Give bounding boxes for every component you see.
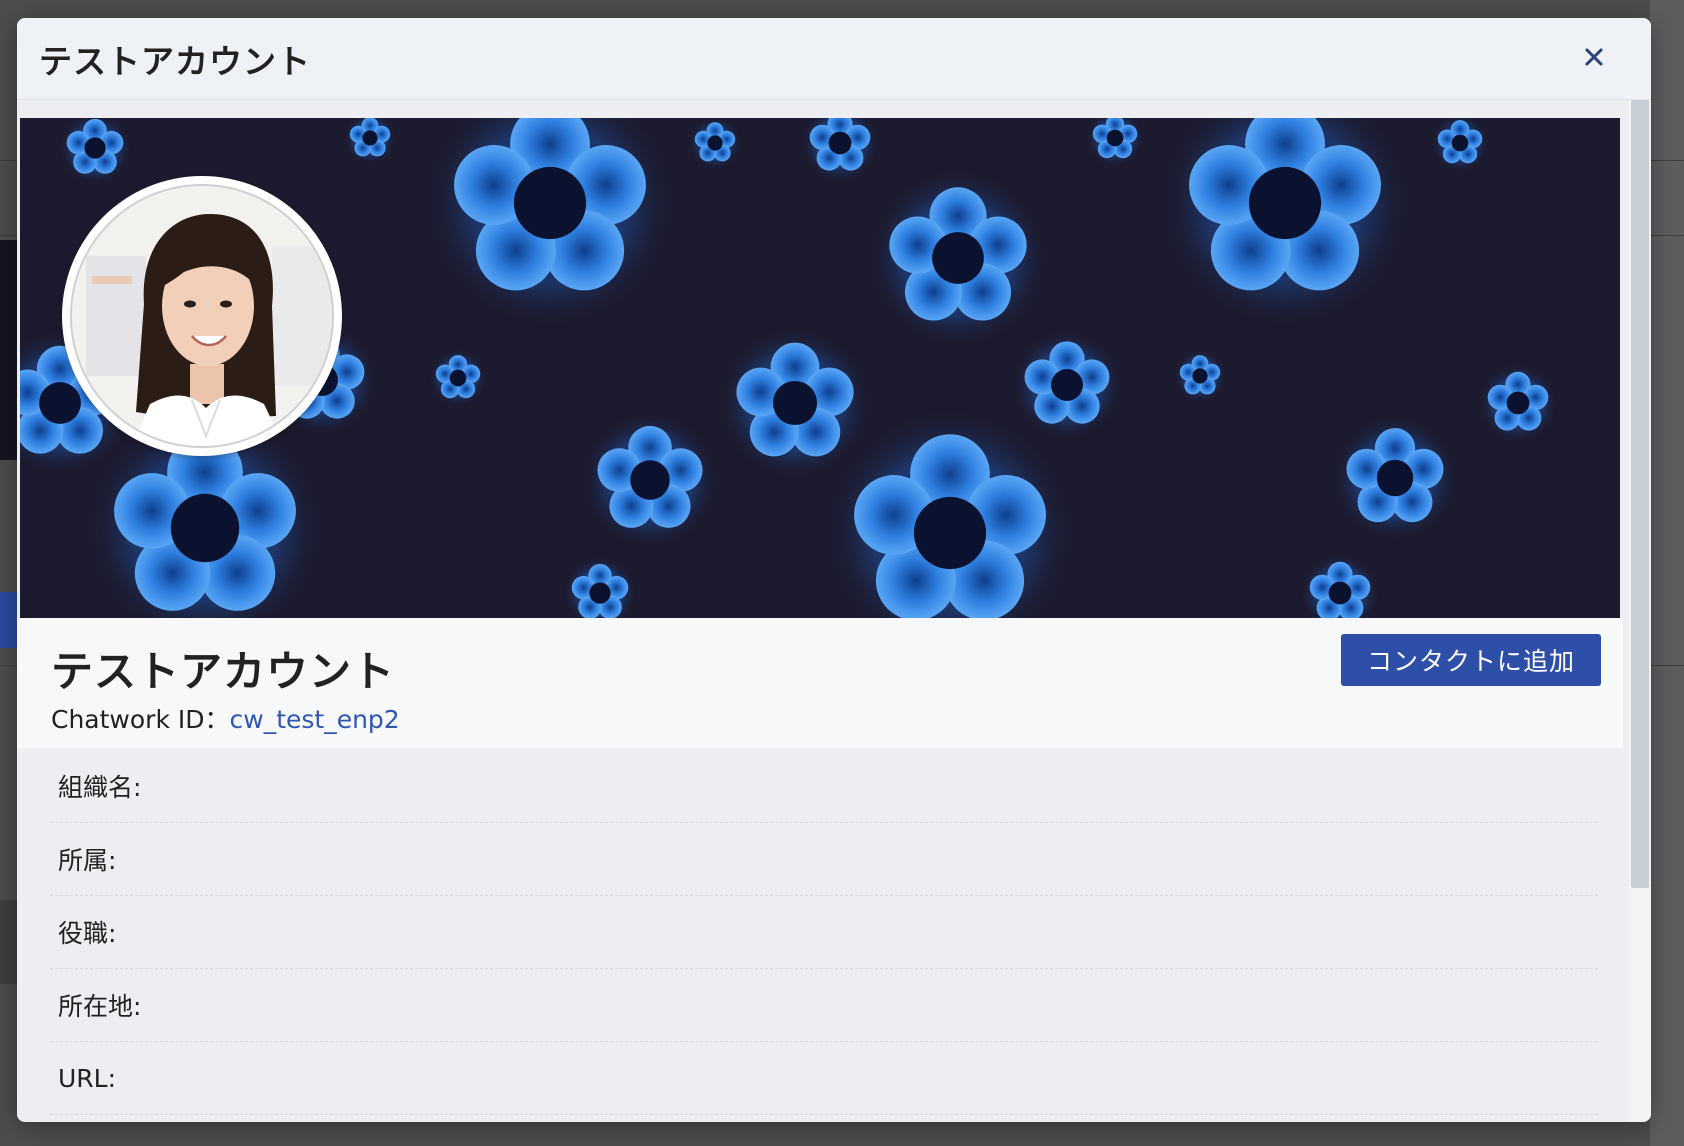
flower-decoration xyxy=(579,409,721,551)
field-label: 役職: xyxy=(58,919,117,948)
cover-image xyxy=(20,118,1620,618)
flower-decoration xyxy=(428,348,488,408)
flower-decoration xyxy=(343,118,397,165)
flower-decoration xyxy=(57,118,133,186)
chatwork-id-link[interactable]: cw_test_enp2 xyxy=(230,705,400,734)
avatar[interactable] xyxy=(62,176,342,456)
flower-decoration xyxy=(688,118,742,170)
chatwork-id-label: Chatwork ID： xyxy=(51,705,230,734)
flower-decoration xyxy=(1299,552,1381,618)
profile-name: テストアカウント xyxy=(51,647,396,696)
field-label: 所在地: xyxy=(58,992,142,1021)
chatwork-id-row: Chatwork ID：cw_test_enp2 xyxy=(51,700,400,736)
flower-decoration xyxy=(562,555,638,618)
flower-decoration xyxy=(1477,362,1559,444)
person-avatar-icon xyxy=(72,186,332,446)
background-fragment xyxy=(1650,0,1684,1146)
flower-decoration xyxy=(1430,118,1490,173)
profile-fields: 組織名: 所属: 役職: 所在地: URL: xyxy=(50,750,1598,1115)
field-url: URL: xyxy=(50,1042,1598,1115)
add-contact-button[interactable]: コンタクトに追加 xyxy=(1341,634,1601,686)
field-label: 所属: xyxy=(58,846,117,875)
flower-decoration xyxy=(1010,328,1124,442)
flower-decoration xyxy=(1173,349,1227,403)
modal-body: テストアカウント Chatwork ID：cw_test_enp2 コンタクトに… xyxy=(17,100,1629,1122)
profile-modal: テストアカウント テストアカウント Chatwork ID：cw_test_en… xyxy=(17,18,1651,1122)
close-button[interactable] xyxy=(1579,42,1609,72)
scrollbar-thumb[interactable] xyxy=(1631,100,1649,888)
modal-title: テストアカウント xyxy=(39,41,311,81)
field-department: 所属: xyxy=(50,823,1598,896)
flower-decoration xyxy=(866,166,1050,350)
field-title: 役職: xyxy=(50,896,1598,969)
field-label: 組織名: xyxy=(58,773,142,802)
field-location: 所在地: xyxy=(50,969,1598,1042)
avatar-photo xyxy=(70,184,334,448)
close-icon xyxy=(1585,48,1603,66)
profile-header: テストアカウント Chatwork ID：cw_test_enp2 コンタクトに… xyxy=(17,618,1623,748)
flower-decoration xyxy=(421,118,679,332)
field-label: URL: xyxy=(58,1063,117,1093)
flower-decoration xyxy=(799,118,881,184)
flower-decoration xyxy=(1085,118,1145,168)
modal-scrollbar[interactable] xyxy=(1629,100,1651,1122)
modal-header: テストアカウント xyxy=(17,18,1651,100)
field-organization: 組織名: xyxy=(50,750,1598,823)
flower-decoration xyxy=(1330,413,1460,543)
flower-decoration xyxy=(1156,118,1414,332)
